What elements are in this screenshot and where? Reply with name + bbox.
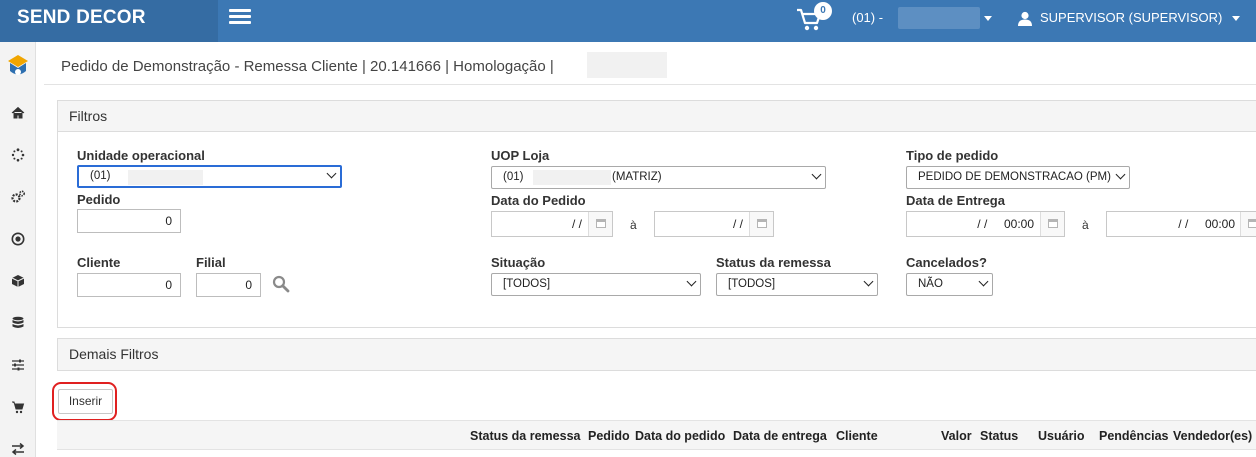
calendar-icon[interactable] [749,212,773,236]
box-icon[interactable] [11,274,25,288]
tipo-pedido-value: PEDIDO DE DEMONSTRACAO (PM) [918,171,1111,183]
calendar-icon[interactable] [588,212,612,236]
chevron-down-icon [863,276,874,287]
redacted-uop-name [898,7,980,29]
demais-filtros-panel: Demais Filtros [57,338,1256,371]
data-pedido-label: Data do Pedido [491,193,586,208]
exchange-icon[interactable] [11,442,25,456]
data-pedido-to-value: / / [732,217,743,231]
results-table-header: Status da remessa Pedido Data do pedido … [57,420,1256,450]
chevron-down-icon [978,276,989,287]
status-remessa-value: [TODOS] [728,278,776,290]
uop-loja-label: UOP Loja [491,148,550,163]
col-cliente[interactable]: Cliente [836,429,878,443]
user-icon [1018,11,1032,26]
cart-icon[interactable] [11,400,25,414]
data-entrega-from-value: / / 00:00 [977,217,1034,231]
uop-loja-prefix: (01) [503,171,524,183]
insert-highlight: Inserir [52,382,117,421]
menu-toggle-icon[interactable] [229,9,251,26]
search-icon[interactable] [272,275,290,293]
logo-icon[interactable] [5,52,31,80]
situacao-value: [TODOS] [503,278,551,290]
chevron-down-icon [326,168,337,179]
data-pedido-from-input[interactable]: / / [491,211,613,237]
cancelados-value: NÃO [918,278,943,290]
pedido-label: Pedido [77,192,121,207]
filial-label: Filial [196,255,226,270]
tipo-pedido-select[interactable]: PEDIDO DE DEMONSTRACAO (PM) [906,166,1130,189]
col-vendedores[interactable]: Vendedor(es) [1173,429,1252,443]
col-usuario[interactable]: Usuário [1038,429,1085,443]
target-icon[interactable] [11,232,25,246]
status-remessa-label: Status da remessa [716,255,831,270]
redacted-uop-loja-name [533,170,611,185]
top-navbar: SEND DECOR 0 (01) - SUPERVISOR (SUPERVIS… [0,0,1256,42]
cliente-label: Cliente [77,255,121,270]
database-icon[interactable] [11,316,25,330]
sliders-icon[interactable] [11,358,25,372]
calendar-icon[interactable] [1240,212,1256,236]
spinner-icon[interactable] [11,148,25,162]
chevron-down-icon [1115,169,1126,180]
col-status[interactable]: Status [980,429,1018,443]
col-pendencias[interactable]: Pendências [1099,429,1168,443]
insert-button[interactable]: Inserir [58,389,113,414]
data-entrega-to-input[interactable]: / / 00:00 [1106,211,1256,237]
data-entrega-from-input[interactable]: / / 00:00 [906,211,1065,237]
pedido-input[interactable]: 0 [77,209,181,233]
date-range-separator: à [630,218,637,232]
date-range-separator: à [1082,218,1089,232]
user-caret-icon [1232,15,1241,21]
redacted-unidade-name [128,170,203,185]
home-icon[interactable] [11,106,25,120]
col-pedido[interactable]: Pedido [588,429,630,443]
page-title: Pedido de Demonstração - Remessa Cliente… [61,58,554,75]
brand-logo[interactable]: SEND DECOR [0,0,218,42]
user-name: SUPERVISOR (SUPERVISOR) [1040,10,1223,25]
filial-input[interactable]: 0 [196,273,261,297]
col-data-entrega[interactable]: Data de entrega [733,429,827,443]
col-valor[interactable]: Valor [941,429,972,443]
situacao-select[interactable]: [TODOS] [491,273,701,296]
cancelados-select[interactable]: NÃO [906,273,993,296]
chevron-down-icon [811,169,822,180]
page-header: Pedido de Demonstração - Remessa Cliente… [44,42,1256,85]
redacted-title-suffix [587,52,667,78]
uop-selector[interactable]: (01) - [852,9,883,27]
cancelados-label: Cancelados? [906,255,987,270]
cart-count-badge: 0 [814,2,832,20]
data-pedido-from-value: / / [571,217,582,231]
data-entrega-to-value: / / 00:00 [1178,217,1235,231]
data-entrega-label: Data de Entrega [906,193,1005,208]
cliente-input[interactable]: 0 [77,273,181,297]
situacao-label: Situação [491,255,546,270]
user-menu[interactable]: SUPERVISOR (SUPERVISOR) [1018,9,1241,27]
col-status-remessa[interactable]: Status da remessa [470,429,580,443]
cogs-icon[interactable] [11,190,25,204]
unidade-operacional-value: (01) [90,170,111,182]
chevron-down-icon [686,276,697,287]
unidade-operacional-label: Unidade operacional [77,148,205,163]
uop-loja-suffix: (MATRIZ) [612,171,662,183]
demais-filtros-heading[interactable]: Demais Filtros [58,339,1256,370]
unidade-operacional-select[interactable]: (01) [77,165,342,188]
status-remessa-select[interactable]: [TODOS] [716,273,878,296]
col-data-pedido[interactable]: Data do pedido [635,429,725,443]
filters-heading[interactable]: Filtros [58,101,1256,132]
uop-caret-icon[interactable] [984,16,992,21]
calendar-icon[interactable] [1040,212,1064,236]
data-pedido-to-input[interactable]: / / [654,211,774,237]
sidebar [0,42,36,457]
tipo-pedido-label: Tipo de pedido [906,148,999,163]
